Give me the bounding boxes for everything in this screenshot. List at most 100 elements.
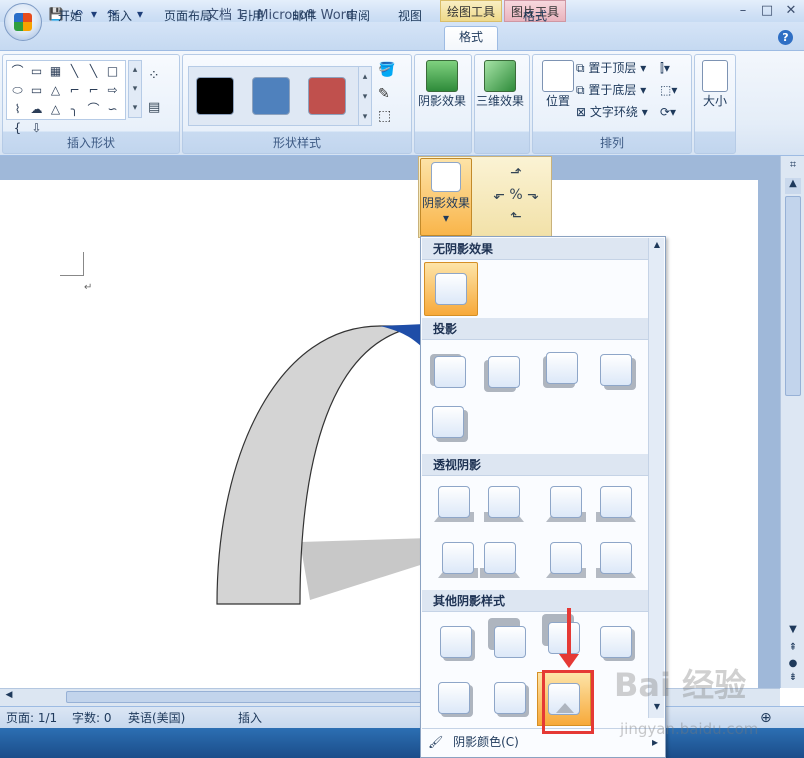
shadow-option[interactable] (484, 486, 528, 526)
bring-to-front-button[interactable]: ⧉ 置于顶层 ▾ (576, 58, 646, 78)
shape-option[interactable]: ▭ (28, 82, 45, 98)
shadow-option[interactable] (484, 356, 528, 396)
next-page-icon[interactable]: ⇟ (785, 672, 801, 686)
shadow-option[interactable] (438, 682, 478, 722)
edit-points-icon[interactable]: ⁘ (148, 68, 170, 88)
shadow-option[interactable] (543, 352, 586, 392)
shadow-option[interactable] (438, 542, 482, 582)
vertical-scrollbar[interactable]: ⌗ ▲ ▼ ⇞ ● ⇟ (780, 156, 804, 688)
shadow-option[interactable] (480, 542, 524, 582)
scroll-down-icon[interactable]: ▼ (785, 624, 801, 640)
shape-option[interactable]: ╲ (85, 63, 102, 79)
shadow-preview-icon (431, 162, 461, 192)
shape-option[interactable]: ⌐ (66, 82, 83, 98)
shape-option[interactable]: △ (47, 82, 64, 98)
shadow-option[interactable] (596, 486, 640, 526)
shadow-option[interactable] (432, 406, 472, 446)
fill-color-icon[interactable]: 🪣 (378, 62, 406, 82)
tab-mailings[interactable]: 邮件 (284, 6, 324, 26)
shape-gallery[interactable]: ⌒ ▭ ▦ ╲ ╲ □ ⬭ ▭ △ ⌐ ⌐ ⇨ ⌇ ☁ △ ╮ ⌒ ∽{⇩ (6, 60, 126, 135)
shadow-option[interactable] (488, 618, 534, 666)
status-language[interactable]: 英语(美国) (128, 710, 185, 726)
size-button[interactable]: 大小 (696, 58, 734, 138)
nudge-left-icon[interactable]: ⬐ (493, 187, 505, 203)
tab-review[interactable]: 审阅 (338, 6, 378, 26)
status-insert-mode[interactable]: 插入 (238, 710, 262, 726)
send-to-back-button[interactable]: ⧉ 置于底层 ▾ (576, 80, 646, 100)
shadow-option[interactable] (600, 354, 640, 394)
position-label: 位置 (545, 94, 570, 108)
close-button[interactable]: ✕ (778, 2, 804, 20)
status-word-count[interactable]: 字数: 0 (72, 710, 112, 726)
shadow-option-none[interactable] (424, 262, 478, 316)
shadow-toggle-icon[interactable]: % (509, 187, 522, 203)
style-gallery-scroll[interactable]: ▴ ▾ ▾ (358, 66, 372, 126)
shape-gallery-scroll[interactable]: ▴ ▾ ▾ (128, 60, 142, 118)
shadow-effects-active-button[interactable]: 阴影效果 ▾ (420, 158, 472, 236)
vertical-scroll-thumb[interactable] (785, 196, 801, 396)
position-button[interactable]: 位置 (534, 58, 582, 138)
shape-option[interactable]: ⇨ (104, 82, 121, 98)
align-icon[interactable]: ⫿▾ (660, 58, 670, 78)
outline-color-icon[interactable]: ✎ (378, 86, 406, 106)
shadow-option[interactable] (546, 542, 590, 582)
status-page[interactable]: 页面: 1/1 (6, 710, 57, 726)
shape-option[interactable]: { (9, 120, 26, 136)
shape-option[interactable]: ☁ (28, 101, 45, 117)
shadow-option[interactable] (430, 354, 474, 396)
nudge-right-icon[interactable]: ⬎ (527, 187, 539, 203)
shadow-effects-button[interactable]: 阴影效果 (418, 58, 466, 138)
help-icon[interactable]: ? (778, 30, 793, 45)
horizontal-scroll-thumb[interactable] (66, 691, 422, 703)
tab-view[interactable]: 视图 (390, 6, 430, 26)
rotate-icon[interactable]: ⟳▾ (660, 102, 676, 122)
tab-insert[interactable]: 插入 (100, 6, 140, 26)
tab-page-layout[interactable]: 页面布局 (156, 6, 220, 26)
minimize-button[interactable]: – (730, 2, 756, 20)
tab-format-drawing[interactable]: 格式 (444, 26, 498, 52)
style-swatch-red[interactable] (308, 77, 346, 115)
arch-shape[interactable] (200, 310, 440, 620)
nudge-up-icon[interactable]: ⬏ (510, 165, 522, 181)
shadow-option[interactable] (546, 486, 590, 526)
shape-option[interactable]: ⇩ (28, 120, 45, 136)
gallery-scroll-up-icon[interactable]: ▲ (651, 240, 663, 252)
scroll-left-icon[interactable]: ◀ (2, 690, 16, 704)
shape-option[interactable]: ∽ (104, 101, 121, 117)
shape-option[interactable]: ⌐ (85, 82, 102, 98)
nudge-down-icon[interactable]: ⬑ (510, 209, 522, 225)
gallery-scrollbar[interactable]: ▲ ▼ (648, 238, 664, 718)
shadow-option[interactable] (434, 486, 478, 526)
prev-page-icon[interactable]: ⇞ (785, 642, 801, 656)
select-browse-icon[interactable]: ● (785, 658, 801, 672)
tab-format-picture[interactable]: 格式 (512, 6, 558, 26)
shape-option[interactable]: ⌇ (9, 101, 26, 117)
shape-option[interactable]: ▦ (47, 63, 64, 79)
ruler-toggle-icon[interactable]: ⌗ (785, 158, 801, 174)
shadow-option[interactable] (494, 682, 534, 722)
shadow-option[interactable] (440, 626, 480, 666)
text-wrapping-button[interactable]: ⊠ 文字环绕 ▾ (576, 102, 648, 122)
3d-effects-button[interactable]: 三维效果 (476, 58, 524, 138)
tab-home[interactable]: 开始 (50, 6, 90, 26)
tab-references[interactable]: 引用 (232, 6, 272, 26)
scroll-up-icon[interactable]: ▲ (785, 178, 801, 194)
3d-effects-icon (484, 60, 516, 92)
shape-option[interactable]: ╮ (66, 101, 83, 117)
shape-option[interactable]: ▭ (28, 63, 45, 79)
change-shape-icon[interactable]: ⬚ (378, 108, 406, 128)
office-button[interactable] (4, 3, 42, 41)
maximize-button[interactable]: □ (754, 2, 780, 20)
shape-option[interactable]: △ (47, 101, 64, 117)
shape-option[interactable]: ⌒ (85, 101, 102, 117)
shape-option[interactable]: □ (104, 63, 121, 79)
shape-option[interactable]: ⬭ (9, 82, 26, 98)
text-box-icon[interactable]: ▤ (148, 100, 170, 116)
style-swatch-black[interactable] (196, 77, 234, 115)
style-swatch-blue[interactable] (252, 77, 290, 115)
shape-option[interactable]: ╲ (66, 63, 83, 79)
shadow-option[interactable] (596, 542, 640, 582)
group-objects-icon[interactable]: ⬚▾ (660, 80, 677, 100)
zoom-in-icon[interactable]: ⊕ (760, 710, 772, 726)
shape-option[interactable]: ⌒ (9, 63, 26, 79)
